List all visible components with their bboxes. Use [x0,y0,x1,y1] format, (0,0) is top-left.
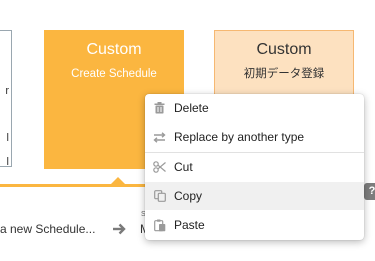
menu-item-label: Cut [174,160,193,174]
scissors-icon [153,161,166,174]
card-subtitle: Create Schedule [71,68,157,80]
card-subtitle: 初期データ登録 [243,68,325,80]
menu-item-replace[interactable]: Replace by another type [145,123,364,151]
flow-canvas: r l l Custom Create Schedule Custom 初期デー… [0,0,375,261]
card-text-fragment: l [6,132,9,144]
step-card-partial[interactable]: r l l [0,30,12,168]
arrow-right-icon [113,223,126,235]
card-title: Custom [86,41,142,58]
copy-icon [153,190,166,203]
selected-step-pointer [111,177,125,184]
card-text-fragment: r [5,85,9,97]
card-text-fragment: l [6,156,9,168]
menu-item-delete[interactable]: Delete [145,94,364,122]
trash-icon [153,102,166,115]
context-menu: Delete Replace by another type Cut Copy … [145,94,364,240]
paste-icon [153,219,166,232]
menu-item-label: Paste [174,218,205,232]
card-title: Custom [256,41,312,58]
swap-arrows-icon [153,131,166,144]
help-icon[interactable]: ? [364,183,375,200]
menu-item-copy[interactable]: Copy [145,182,364,210]
step-name-current[interactable]: a new Schedule... [0,222,95,236]
menu-item-label: Replace by another type [174,130,305,144]
menu-item-cut[interactable]: Cut [145,153,364,181]
menu-item-label: Copy [174,189,203,203]
menu-item-label: Delete [174,101,209,115]
menu-item-paste[interactable]: Paste [145,211,364,239]
